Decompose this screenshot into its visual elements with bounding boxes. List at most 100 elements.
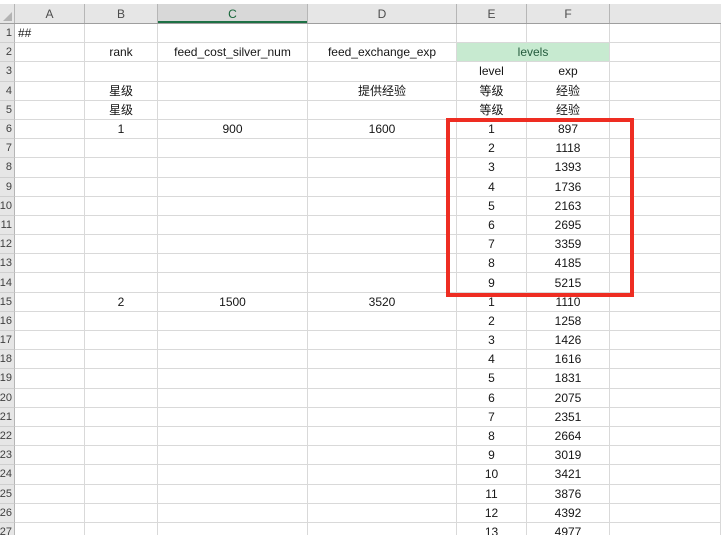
- cell-D21[interactable]: [308, 408, 457, 427]
- cell-D4[interactable]: 提供经验: [308, 82, 457, 101]
- cell-E22[interactable]: 8: [457, 427, 527, 446]
- cell-E10[interactable]: 5: [457, 197, 527, 216]
- cell-A25[interactable]: [15, 485, 85, 504]
- cell-B25[interactable]: [85, 485, 158, 504]
- row-header-19[interactable]: 19: [0, 369, 15, 388]
- cell-C24[interactable]: [158, 465, 308, 484]
- cell-A17[interactable]: [15, 331, 85, 350]
- cell-F24[interactable]: 3421: [527, 465, 610, 484]
- cell-G3[interactable]: [610, 62, 721, 81]
- cell-F18[interactable]: 1616: [527, 350, 610, 369]
- row-header-7[interactable]: 7: [0, 139, 15, 158]
- cell-G1[interactable]: [610, 24, 721, 43]
- cell-F26[interactable]: 4392: [527, 504, 610, 523]
- row-header-18[interactable]: 18: [0, 350, 15, 369]
- cell-D20[interactable]: [308, 389, 457, 408]
- cell-F11[interactable]: 2695: [527, 216, 610, 235]
- cell-F21[interactable]: 2351: [527, 408, 610, 427]
- column-header-A[interactable]: A: [15, 4, 85, 23]
- cell-B14[interactable]: [85, 273, 158, 292]
- cell-F8[interactable]: 1393: [527, 158, 610, 177]
- cell-B3[interactable]: [85, 62, 158, 81]
- cell-B27[interactable]: [85, 523, 158, 535]
- cell-D3[interactable]: [308, 62, 457, 81]
- cell-E27[interactable]: 13: [457, 523, 527, 535]
- cell-E9[interactable]: 4: [457, 178, 527, 197]
- cell-E15[interactable]: 1: [457, 293, 527, 312]
- column-header-B[interactable]: B: [85, 4, 158, 23]
- cell-B23[interactable]: [85, 446, 158, 465]
- cell-B7[interactable]: [85, 139, 158, 158]
- cell-G27[interactable]: [610, 523, 721, 535]
- cell-C18[interactable]: [158, 350, 308, 369]
- cell-G20[interactable]: [610, 389, 721, 408]
- cell-G18[interactable]: [610, 350, 721, 369]
- cell-D14[interactable]: [308, 273, 457, 292]
- cell-F22[interactable]: 2664: [527, 427, 610, 446]
- cell-G17[interactable]: [610, 331, 721, 350]
- cell-G21[interactable]: [610, 408, 721, 427]
- cell-B20[interactable]: [85, 389, 158, 408]
- cell-A7[interactable]: [15, 139, 85, 158]
- cell-F23[interactable]: 3019: [527, 446, 610, 465]
- cell-C20[interactable]: [158, 389, 308, 408]
- cell-C14[interactable]: [158, 273, 308, 292]
- cell-B2[interactable]: rank: [85, 43, 158, 62]
- cell-D2[interactable]: feed_exchange_exp: [308, 43, 457, 62]
- cell-G22[interactable]: [610, 427, 721, 446]
- cell-D12[interactable]: [308, 235, 457, 254]
- cell-A2[interactable]: [15, 43, 85, 62]
- cell-C17[interactable]: [158, 331, 308, 350]
- cell-G2[interactable]: [610, 43, 721, 62]
- cell-B8[interactable]: [85, 158, 158, 177]
- cell-G14[interactable]: [610, 273, 721, 292]
- row-header-12[interactable]: 12: [0, 235, 15, 254]
- cell-D23[interactable]: [308, 446, 457, 465]
- cell-A4[interactable]: [15, 82, 85, 101]
- cell-A14[interactable]: [15, 273, 85, 292]
- cell-C9[interactable]: [158, 178, 308, 197]
- cell-A18[interactable]: [15, 350, 85, 369]
- cell-E11[interactable]: 6: [457, 216, 527, 235]
- cell-C5[interactable]: [158, 101, 308, 120]
- cell-D11[interactable]: [308, 216, 457, 235]
- cell-F4[interactable]: 经验: [527, 82, 610, 101]
- row-header-21[interactable]: 21: [0, 408, 15, 427]
- cell-D8[interactable]: [308, 158, 457, 177]
- cell-B10[interactable]: [85, 197, 158, 216]
- cell-E19[interactable]: 5: [457, 369, 527, 388]
- row-header-23[interactable]: 23: [0, 446, 15, 465]
- cell-C25[interactable]: [158, 485, 308, 504]
- row-header-10[interactable]: 10: [0, 197, 15, 216]
- column-header-G[interactable]: [610, 4, 721, 23]
- cell-A10[interactable]: [15, 197, 85, 216]
- cell-F16[interactable]: 1258: [527, 312, 610, 331]
- cell-A12[interactable]: [15, 235, 85, 254]
- cell-F27[interactable]: 4977: [527, 523, 610, 535]
- cell-B18[interactable]: [85, 350, 158, 369]
- cell-G13[interactable]: [610, 254, 721, 273]
- cell-D27[interactable]: [308, 523, 457, 535]
- cell-G19[interactable]: [610, 369, 721, 388]
- cell-E16[interactable]: 2: [457, 312, 527, 331]
- cell-E17[interactable]: 3: [457, 331, 527, 350]
- cell-A23[interactable]: [15, 446, 85, 465]
- merged-cell-E2-F2[interactable]: levels: [457, 43, 610, 62]
- cell-F3[interactable]: exp: [527, 62, 610, 81]
- cell-D5[interactable]: [308, 101, 457, 120]
- cell-E20[interactable]: 6: [457, 389, 527, 408]
- cell-D17[interactable]: [308, 331, 457, 350]
- cell-F13[interactable]: 4185: [527, 254, 610, 273]
- cell-B13[interactable]: [85, 254, 158, 273]
- cell-B17[interactable]: [85, 331, 158, 350]
- cell-D1[interactable]: [308, 24, 457, 43]
- cell-E21[interactable]: 7: [457, 408, 527, 427]
- cell-E12[interactable]: 7: [457, 235, 527, 254]
- cell-A9[interactable]: [15, 178, 85, 197]
- cell-F20[interactable]: 2075: [527, 389, 610, 408]
- cell-D25[interactable]: [308, 485, 457, 504]
- cell-A24[interactable]: [15, 465, 85, 484]
- row-header-26[interactable]: 26: [0, 504, 15, 523]
- cell-C1[interactable]: [158, 24, 308, 43]
- cell-C19[interactable]: [158, 369, 308, 388]
